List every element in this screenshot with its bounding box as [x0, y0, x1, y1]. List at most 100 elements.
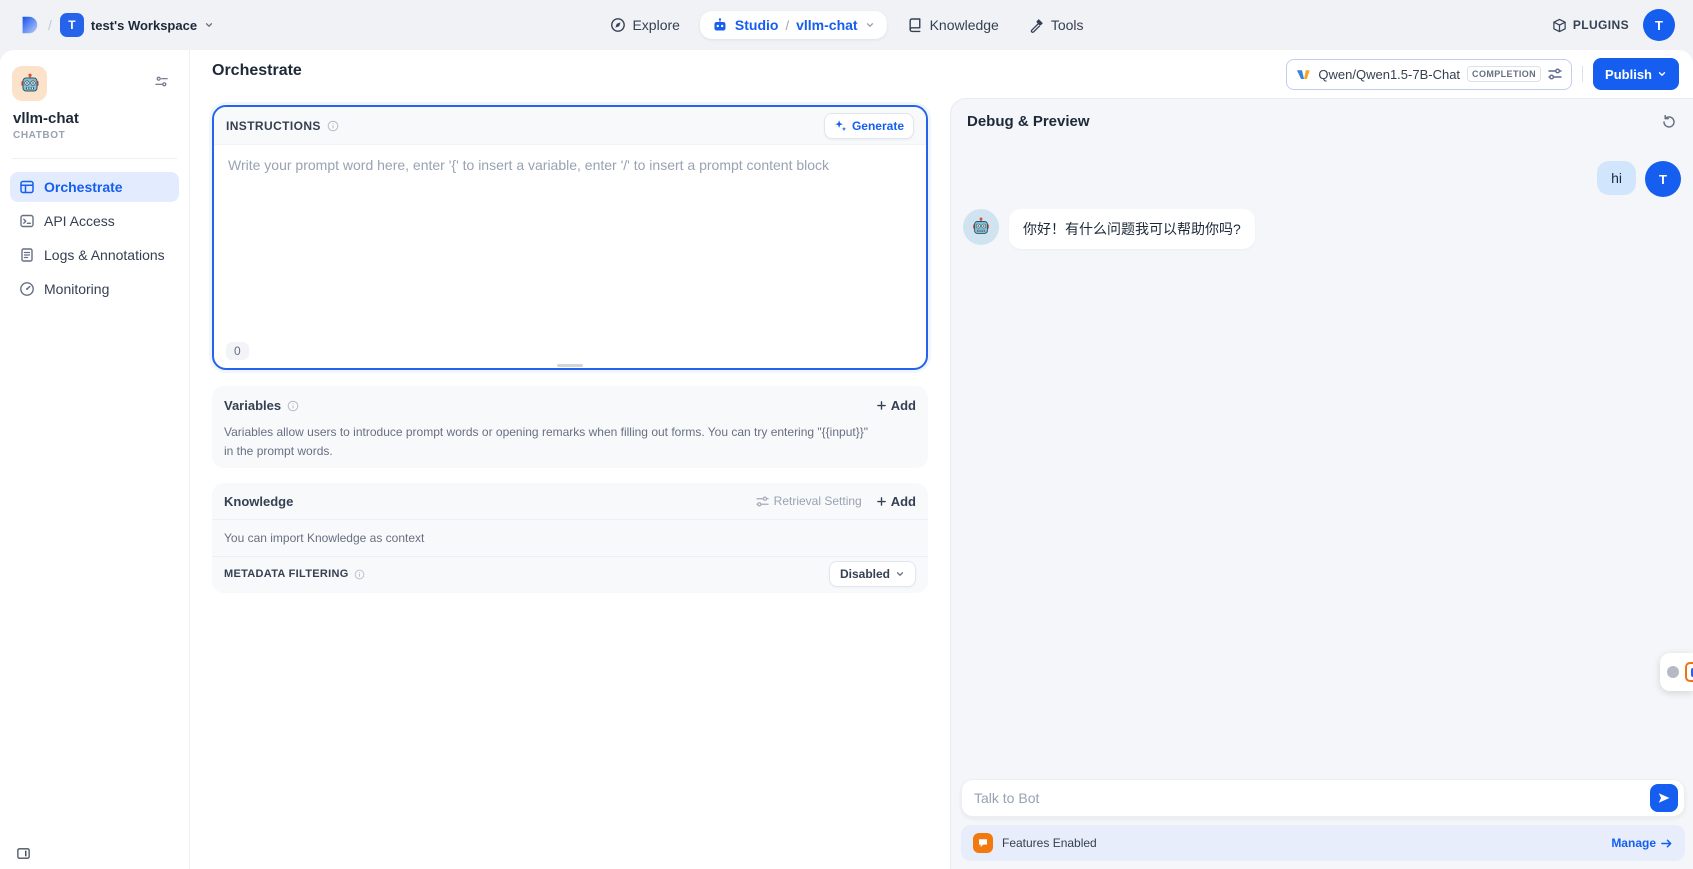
variables-header: Variables Add [224, 398, 916, 413]
nav-plugins[interactable]: PLUGINS [1552, 18, 1629, 33]
extension-float-widget[interactable] [1660, 653, 1693, 691]
record-dot-icon [1667, 666, 1679, 678]
metadata-filtering-label: METADATA FILTERING [224, 568, 349, 580]
variables-panel: Variables Add Variables allow users to i… [212, 386, 928, 468]
metadata-filtering-row: METADATA FILTERING Disabled [212, 557, 928, 591]
sparkles-icon [834, 119, 847, 132]
app-icon[interactable] [12, 66, 47, 101]
retrieval-setting-button[interactable]: Retrieval Setting [756, 494, 862, 508]
terminal-icon [19, 213, 35, 229]
metadata-filtering-value: Disabled [840, 567, 890, 581]
send-button[interactable] [1650, 784, 1678, 812]
model-params-icon[interactable] [1548, 67, 1562, 81]
hammer-icon [1029, 18, 1044, 33]
chat-input-bar [961, 779, 1685, 817]
knowledge-panel: Knowledge Retrieval Setting Add You can … [212, 483, 928, 593]
knowledge-title: Knowledge [224, 494, 293, 509]
app-name: vllm-chat [13, 110, 79, 127]
chat-messages: hi T 你好！有什么问题我可以帮助你吗? [963, 161, 1681, 249]
manage-features-button[interactable]: Manage [1611, 836, 1673, 850]
debug-title: Debug & Preview [967, 113, 1090, 130]
breadcrumb-separator: / [48, 17, 52, 33]
current-app-crumb: vllm-chat [796, 17, 857, 33]
nav-knowledge[interactable]: Knowledge [897, 11, 1009, 39]
variables-title: Variables [224, 398, 281, 413]
plus-icon [876, 496, 887, 507]
model-name: Qwen/Qwen1.5-7B-Chat [1318, 67, 1460, 82]
retrieval-settings-icon [756, 495, 769, 508]
workspace-selector[interactable]: T test's Workspace [60, 13, 214, 37]
user-avatar[interactable]: T [1643, 9, 1675, 41]
plus-icon [876, 400, 887, 411]
instructions-title: INSTRUCTIONS [226, 119, 321, 133]
bot-message-avatar [963, 209, 999, 245]
app-settings-icon[interactable] [154, 74, 169, 89]
sidebar-item-logs-annotations[interactable]: Logs & Annotations [10, 240, 179, 270]
nav-explore[interactable]: Explore [599, 11, 689, 39]
sidebar-item-label: API Access [44, 213, 115, 229]
features-bar: Features Enabled Manage [961, 825, 1685, 861]
sidebar-menu: Orchestrate API Access Logs & Annotation… [10, 172, 179, 304]
sidebar-divider [12, 158, 177, 159]
studio-crumb-separator: / [785, 18, 789, 33]
extension-icon [1685, 662, 1693, 682]
publish-label: Publish [1605, 67, 1652, 82]
chat-bottom-area: Features Enabled Manage [961, 779, 1685, 861]
info-icon [354, 569, 365, 580]
chat-input[interactable] [974, 790, 1650, 806]
char-count: 0 [226, 342, 249, 360]
page-body: vllm-chat CHATBOT Orchestrate API Access… [0, 50, 1693, 869]
metadata-filtering-dropdown[interactable]: Disabled [829, 561, 916, 587]
package-icon [1552, 18, 1567, 33]
toolbar-divider [1582, 66, 1583, 82]
explore-icon [609, 17, 625, 33]
chevron-down-icon [1657, 69, 1667, 79]
orchestrate-icon [19, 179, 35, 195]
nav-knowledge-label: Knowledge [930, 17, 999, 33]
restart-conversation-icon[interactable] [1661, 114, 1677, 130]
sidebar-item-orchestrate[interactable]: Orchestrate [10, 172, 179, 202]
gauge-icon [19, 281, 35, 297]
collapse-sidebar-icon[interactable] [16, 846, 31, 861]
chevron-down-icon [204, 20, 214, 30]
page-title: Orchestrate [212, 62, 302, 80]
top-nav: / T test's Workspace Explore Studio / vl… [0, 0, 1693, 50]
instructions-header: INSTRUCTIONS Generate [214, 107, 926, 145]
user-message-avatar: T [1645, 161, 1681, 197]
publish-button[interactable]: Publish [1593, 58, 1679, 90]
workspace-name: test's Workspace [91, 18, 197, 33]
prompt-editor[interactable]: Write your prompt word here, enter '{' t… [214, 145, 926, 370]
bot-message-row: 你好！有什么问题我可以帮助你吗? [963, 209, 1681, 249]
chevron-down-icon[interactable] [865, 20, 875, 30]
resize-handle[interactable] [557, 364, 583, 367]
nav-tools[interactable]: Tools [1019, 11, 1094, 39]
sidebar-item-monitoring[interactable]: Monitoring [10, 274, 179, 304]
generate-label: Generate [852, 119, 904, 133]
debug-preview-panel: Debug & Preview hi T 你好！有什么问题我可以帮助你吗? [950, 98, 1693, 869]
robot-avatar-icon [18, 72, 42, 96]
add-knowledge-button[interactable]: Add [876, 494, 916, 509]
nav-studio-active[interactable]: Studio / vllm-chat [700, 11, 887, 39]
sidebar-item-label: Logs & Annotations [44, 247, 165, 263]
add-label: Add [891, 398, 916, 413]
user-message-row: hi T [963, 161, 1681, 197]
dify-logo[interactable] [18, 14, 40, 36]
model-mode-badge: COMPLETION [1467, 66, 1541, 82]
add-variable-button[interactable]: Add [876, 398, 916, 413]
model-selector[interactable]: Qwen/Qwen1.5-7B-Chat COMPLETION [1286, 59, 1572, 90]
nav-explore-label: Explore [632, 17, 679, 33]
knowledge-header: Knowledge Retrieval Setting Add [212, 483, 928, 519]
manage-label: Manage [1611, 836, 1656, 850]
sidebar-item-api-access[interactable]: API Access [10, 206, 179, 236]
sidebar-item-label: Monitoring [44, 281, 109, 297]
sidebar-item-label: Orchestrate [44, 179, 123, 195]
info-icon [327, 120, 339, 132]
user-message-bubble: hi [1597, 161, 1636, 195]
bot-message-bubble: 你好！有什么问题我可以帮助你吗? [1009, 209, 1255, 249]
book-icon [907, 17, 923, 33]
generate-button[interactable]: Generate [824, 113, 914, 139]
send-icon [1657, 791, 1671, 805]
variables-description: Variables allow users to introduce promp… [224, 423, 879, 461]
nav-tools-label: Tools [1051, 17, 1084, 33]
robot-avatar-icon [970, 216, 992, 238]
